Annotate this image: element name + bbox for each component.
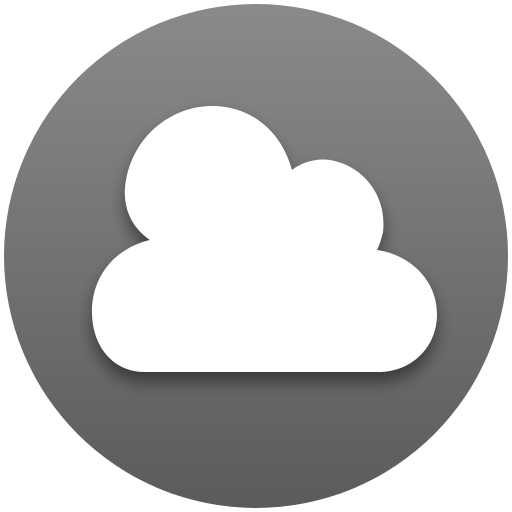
cloud-app-icon-graphic — [4, 4, 508, 508]
app-icon — [0, 0, 512, 512]
